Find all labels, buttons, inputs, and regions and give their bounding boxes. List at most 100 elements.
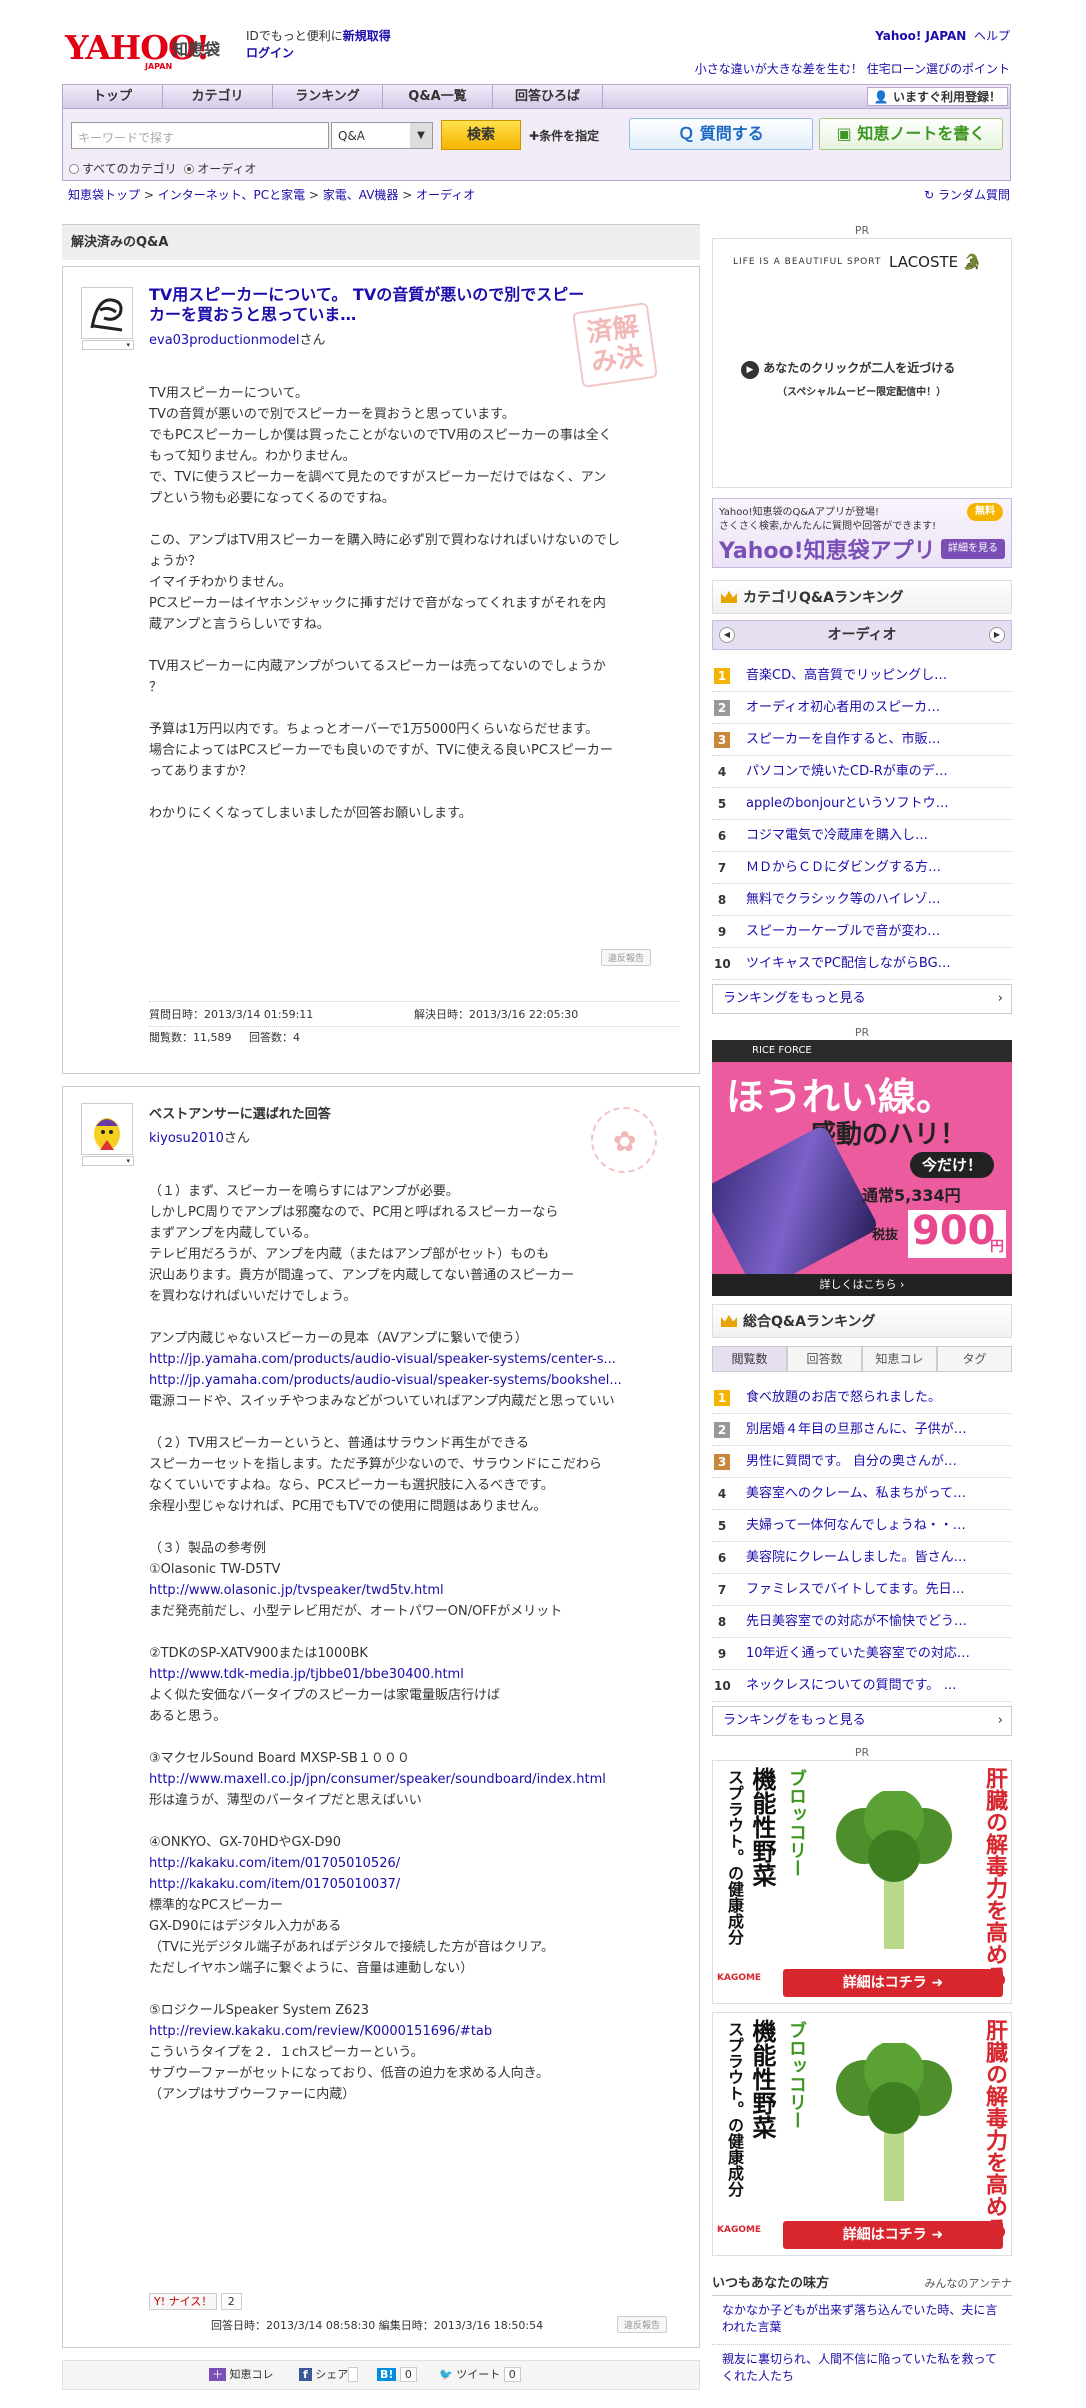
- asker-name[interactable]: eva03productionmodel: [149, 333, 299, 348]
- tab-views[interactable]: 閲覧数: [712, 1346, 787, 1372]
- promo-link[interactable]: 小さな違いが大きな差を生む！ 住宅ローン選びのポイント: [695, 61, 1010, 78]
- more-label: ランキングをもっと見る: [723, 991, 866, 1006]
- app-banner[interactable]: Yahoo!知恵袋のQ&Aアプリが登場! さくさく検索,かんたんに質問や回答がで…: [712, 498, 1012, 568]
- ranking-item[interactable]: 1 食べ放題のお店で怒られました。: [712, 1382, 1012, 1414]
- signup-link[interactable]: 新規取得: [343, 29, 391, 43]
- search-condition-link[interactable]: ✚条件を指定: [529, 127, 599, 144]
- ranking-item[interactable]: 5 appleのbonjourというソフトウ…: [712, 788, 1012, 820]
- ad-detail-button[interactable]: 詳細はコチラ ➜: [783, 1969, 1003, 1997]
- ranking-item[interactable]: 6 美容院にクレームしました。皆さん…: [712, 1542, 1012, 1574]
- free-badge: 無料: [967, 503, 1003, 521]
- app-detail-button[interactable]: 詳細を見る: [941, 539, 1005, 559]
- kagome-ad[interactable]: 機能性野菜 スプラウト。の健康成分 ブロッコリー 肝臓の解毒力を高める KAGOME 詳細…: [712, 1760, 1012, 2004]
- total-ranking-more[interactable]: ランキングをもっと見る ›: [712, 1706, 1012, 1736]
- answer-link[interactable]: http://www.maxell.co.jp/jpn/consumer/spe…: [149, 1769, 679, 1790]
- radio-audio[interactable]: [184, 164, 195, 174]
- ranking-item[interactable]: 10 ツイキャスでPC配信しながらBG…: [712, 948, 1012, 980]
- share-bar: ＋ 知恵コレ f シェア B! 0 🐦 ツイート 0: [62, 2360, 700, 2390]
- answer-link[interactable]: http://www.tdk-media.jp/tjbbe01/bbe30400…: [149, 1664, 679, 1685]
- report-link[interactable]: 違反報告: [601, 949, 652, 966]
- ad-line2: ブロッコリー: [786, 2021, 807, 2129]
- tab-chie-colle[interactable]: 知恵コレ: [862, 1346, 937, 1372]
- register-button[interactable]: 👤 いますぐ利用登録！: [866, 87, 1008, 106]
- chie-colle-button[interactable]: ＋ 知恵コレ: [209, 2361, 274, 2389]
- ranking-item[interactable]: 4 美容室へのクレーム、私まちがって…: [712, 1478, 1012, 1510]
- ranking-item[interactable]: 7 ＭＤからＣＤにダビングする方…: [712, 852, 1012, 884]
- ranking-item[interactable]: 10 ネックレスについての質問です。 …: [712, 1670, 1012, 1702]
- answer-line: （アンプはサブウーファーに内蔵）: [149, 2087, 356, 2102]
- search-type-select[interactable]: Q&A ▼: [331, 122, 433, 149]
- ad-detail-link[interactable]: 詳しくはこちら ›: [712, 1274, 1012, 1296]
- lacoste-ad[interactable]: LIFE IS A BEAUTIFUL SPORT LACOSTE 🐊 ▶ あな…: [712, 238, 1012, 488]
- tweet-button[interactable]: 🐦 ツイート 0: [439, 2361, 521, 2389]
- rice-force-ad[interactable]: RICE FORCE ほうれい線。 感動のハリ！ 今だけ！ 通常5,334円 税…: [712, 1040, 1012, 1296]
- tab-tags[interactable]: タグ: [937, 1346, 1012, 1372]
- search-input[interactable]: キーワードで探す: [71, 122, 329, 149]
- avatar[interactable]: ▾: [81, 1103, 134, 1166]
- prev-arrow-icon[interactable]: ◀: [719, 627, 735, 643]
- nav-answer-square[interactable]: 回答ひろば: [493, 85, 603, 108]
- avatar[interactable]: ▾: [81, 287, 134, 350]
- ranking-item[interactable]: 1 音楽CD、高音質でリッピングし…: [712, 660, 1012, 692]
- breadcrumb-top[interactable]: 知恵袋トップ: [68, 188, 140, 202]
- tab-answers[interactable]: 回答数: [787, 1346, 862, 1372]
- ranking-item[interactable]: 4 パソコンで焼いたCD-Rが車のデ…: [712, 756, 1012, 788]
- answer-link[interactable]: http://kakaku.com/item/01705010526/: [149, 1853, 679, 1874]
- ranking-item[interactable]: 9 スピーカーケーブルで音が変わ…: [712, 916, 1012, 948]
- next-arrow-icon[interactable]: ▶: [989, 627, 1005, 643]
- write-note-button[interactable]: ▣ 知恵ノートを書く: [819, 118, 1003, 150]
- ranking-item[interactable]: 8 無料でクラシック等のハイレゾ…: [712, 884, 1012, 916]
- ranking-item[interactable]: 5 夫婦って一体何なんでしょうね・・…: [712, 1510, 1012, 1542]
- answer-link[interactable]: http://jp.yamaha.com/products/audio-visu…: [149, 1370, 679, 1391]
- report-link[interactable]: 違反報告: [617, 2316, 668, 2333]
- chevron-down-icon[interactable]: ▾: [82, 340, 134, 350]
- total-ranking-tabs: 閲覧数 回答数 知恵コレ タグ: [712, 1346, 1012, 1372]
- random-question-link[interactable]: ↻ ランダム質問: [924, 186, 1010, 203]
- answer-link[interactable]: http://kakaku.com/item/01705010037/: [149, 1874, 679, 1895]
- ranking-item[interactable]: 7 ファミレスでバイトしてます。先日…: [712, 1574, 1012, 1606]
- answer-line: 形は違うが、薄型のバータイプだと思えばいい: [149, 1793, 422, 1808]
- ranking-item[interactable]: 3 スピーカーを自作すると、市販…: [712, 724, 1012, 756]
- nav-top[interactable]: トップ: [63, 85, 163, 108]
- help-link[interactable]: ヘルプ: [974, 29, 1010, 43]
- nav-ranking[interactable]: ランキング: [273, 85, 383, 108]
- chevron-down-icon[interactable]: ▾: [82, 1156, 134, 1166]
- yahoo-japan-link[interactable]: Yahoo! JAPAN: [875, 29, 966, 43]
- avatar-icon: [94, 1118, 120, 1150]
- nav-qa-list[interactable]: Q&A一覧: [383, 85, 493, 108]
- search-button[interactable]: 検索: [441, 120, 521, 150]
- normal-price: 通常5,334円: [862, 1186, 961, 1205]
- breadcrumb-internet[interactable]: インターネット、PCと家電: [158, 188, 305, 202]
- answer-link[interactable]: http://jp.yamaha.com/products/audio-visu…: [149, 1349, 679, 1370]
- nice-button[interactable]: Y! ナイス！: [149, 2293, 218, 2310]
- ranking-item[interactable]: 6 コジマ電気で冷蔵庫を購入し…: [712, 820, 1012, 852]
- mikata-item[interactable]: なかなか子どもが出来ず落ち込んでいた時、夫に言われた言葉: [712, 2302, 1012, 2345]
- answer-user: kiyosu2010さん: [149, 1127, 250, 1146]
- answer-link[interactable]: http://www.olasonic.jp/tvspeaker/twd5tv.…: [149, 1580, 679, 1601]
- ranking-item[interactable]: 8 先日美容室での対応が不愉快でどう…: [712, 1606, 1012, 1638]
- facebook-share-button[interactable]: f シェア: [299, 2361, 359, 2389]
- ranking-item[interactable]: 9 10年近く通っていた美容室での対応…: [712, 1638, 1012, 1670]
- detail-label: 詳しくはこちら: [819, 1278, 897, 1291]
- answer-line: こういうタイプを２．１chスピーカーという。: [149, 2045, 424, 2060]
- hatena-button[interactable]: B! 0: [377, 2361, 417, 2389]
- ask-question-button[interactable]: Ｑ 質問する: [629, 118, 813, 150]
- answer-link[interactable]: http://review.kakaku.com/review/K0000151…: [149, 2021, 679, 2042]
- kagome-ad[interactable]: 機能性野菜 スプラウト。の健康成分 ブロッコリー 肝臓の解毒力を高める KAGOME 詳細…: [712, 2012, 1012, 2256]
- ad-detail-button[interactable]: 詳細はコチラ ➜: [783, 2221, 1003, 2249]
- rank-number: 4: [717, 765, 727, 779]
- ranking-item[interactable]: 3 男性に質問です。 自分の奥さんが…: [712, 1446, 1012, 1478]
- breadcrumb-audio[interactable]: オーディオ: [416, 188, 475, 202]
- mikata-item[interactable]: 親友に裏切られ、人間不信に陥っていた私を救ってくれた人たち: [712, 2345, 1012, 2385]
- category-ranking-more[interactable]: ランキングをもっと見る ›: [712, 984, 1012, 1014]
- breadcrumb-appliances[interactable]: 家電、AV機器: [323, 188, 399, 202]
- nav-category[interactable]: カテゴリ: [163, 85, 273, 108]
- ranking-item[interactable]: 2 オーディオ初心者用のスピーカ…: [712, 692, 1012, 724]
- ad-line3: スプラウト。の健康成分: [725, 2021, 744, 2197]
- radio-all-categories[interactable]: [69, 164, 79, 174]
- yahoo-logo[interactable]: YAHOO! JAPAN 知恵袋: [65, 28, 220, 71]
- ranking-item[interactable]: 2 別居婚４年目の旦那さんに、子供が…: [712, 1414, 1012, 1446]
- ad-line2: ブロッコリー: [786, 1769, 807, 1877]
- answerer-name[interactable]: kiyosu2010: [149, 1131, 224, 1146]
- login-link[interactable]: ログイン: [246, 46, 294, 60]
